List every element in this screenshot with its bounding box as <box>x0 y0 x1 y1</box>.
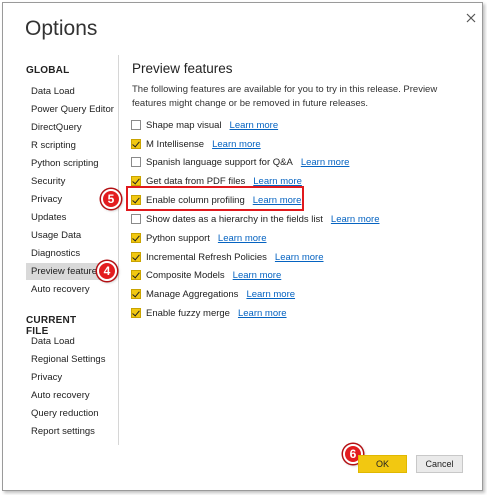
sidebar-item-usage-data[interactable]: Usage Data <box>26 227 111 244</box>
feature-row: Manage Aggregations Learn more <box>131 287 295 301</box>
learn-more-link[interactable]: Learn more <box>218 233 267 244</box>
sidebar-divider <box>118 55 119 445</box>
feature-label: M Intellisense <box>146 138 205 150</box>
feature-row: Shape map visual Learn more <box>131 118 278 132</box>
learn-more-link[interactable]: Learn more <box>230 120 279 131</box>
sidebar-item-file-privacy[interactable]: Privacy <box>26 369 111 386</box>
sidebar-item-directquery[interactable]: DirectQuery <box>26 119 111 136</box>
feature-label: Incremental Refresh Policies <box>146 251 267 263</box>
sidebar-item-updates[interactable]: Updates <box>26 209 111 226</box>
learn-more-link[interactable]: Learn more <box>238 308 287 319</box>
feature-row: Incremental Refresh Policies Learn more <box>131 250 324 264</box>
learn-more-link[interactable]: Learn more <box>212 139 261 150</box>
cancel-button[interactable]: Cancel <box>416 455 463 473</box>
feature-row: Composite Models Learn more <box>131 268 281 282</box>
feature-row: Enable fuzzy merge Learn more <box>131 306 287 320</box>
dialog-title: Options <box>25 17 98 40</box>
learn-more-link[interactable]: Learn more <box>275 252 324 263</box>
step-badge-5: 5 <box>101 189 121 209</box>
feature-checkbox[interactable] <box>131 308 141 318</box>
feature-row: Show dates as a hierarchy in the fields … <box>131 212 380 226</box>
learn-more-link[interactable]: Learn more <box>253 176 302 187</box>
feature-checkbox[interactable] <box>131 157 141 167</box>
sidebar-item-data-load[interactable]: Data Load <box>26 83 111 100</box>
feature-label: Enable fuzzy merge <box>146 307 230 319</box>
feature-label: Spanish language support for Q&A <box>146 156 293 168</box>
feature-checkbox[interactable] <box>131 270 141 280</box>
feature-row: Spanish language support for Q&A Learn m… <box>131 155 349 169</box>
ok-button[interactable]: OK <box>358 455 407 473</box>
page-title: Preview features <box>132 61 233 76</box>
sidebar-item-privacy[interactable]: Privacy <box>26 191 111 208</box>
learn-more-link[interactable]: Learn more <box>246 289 295 300</box>
feature-label: Get data from PDF files <box>146 175 246 187</box>
feature-label: Python support <box>146 232 210 244</box>
sidebar-item-report-settings[interactable]: Report settings <box>26 423 111 440</box>
feature-checkbox[interactable] <box>131 289 141 299</box>
sidebar-item-query-reduction[interactable]: Query reduction <box>26 405 111 422</box>
feature-row: Python support Learn more <box>131 231 267 245</box>
feature-label: Shape map visual <box>146 119 222 131</box>
sidebar-item-security[interactable]: Security <box>26 173 111 190</box>
section-header-global: GLOBAL <box>26 65 70 76</box>
options-dialog: Options GLOBAL Data Load Power Query Edi… <box>2 2 483 491</box>
sidebar-item-file-auto-recovery[interactable]: Auto recovery <box>26 387 111 404</box>
close-button[interactable] <box>462 9 480 27</box>
learn-more-link[interactable]: Learn more <box>331 214 380 225</box>
step-badge-4: 4 <box>97 261 117 281</box>
feature-checkbox[interactable] <box>131 120 141 130</box>
feature-label: Show dates as a hierarchy in the fields … <box>146 213 323 225</box>
highlight-box <box>126 186 304 211</box>
sidebar-item-preview-features[interactable]: Preview features <box>26 263 106 280</box>
learn-more-link[interactable]: Learn more <box>233 270 282 281</box>
feature-checkbox[interactable] <box>131 139 141 149</box>
feature-row: M Intellisense Learn more <box>131 137 261 151</box>
sidebar-item-file-data-load[interactable]: Data Load <box>26 333 111 350</box>
feature-label: Composite Models <box>146 269 225 281</box>
sidebar-item-diagnostics[interactable]: Diagnostics <box>26 245 111 262</box>
sidebar-item-auto-recovery[interactable]: Auto recovery <box>26 281 111 298</box>
sidebar-item-regional-settings[interactable]: Regional Settings <box>26 351 111 368</box>
feature-checkbox[interactable] <box>131 233 141 243</box>
close-icon <box>466 13 476 23</box>
sidebar-item-r-scripting[interactable]: R scripting <box>26 137 111 154</box>
feature-checkbox[interactable] <box>131 176 141 186</box>
feature-label: Manage Aggregations <box>146 288 239 300</box>
sidebar-item-python-scripting[interactable]: Python scripting <box>26 155 111 172</box>
learn-more-link[interactable]: Learn more <box>301 157 350 168</box>
feature-checkbox[interactable] <box>131 214 141 224</box>
feature-checkbox[interactable] <box>131 252 141 262</box>
sidebar-item-power-query-editor[interactable]: Power Query Editor <box>26 101 114 118</box>
page-description: The following features are available for… <box>132 84 438 109</box>
